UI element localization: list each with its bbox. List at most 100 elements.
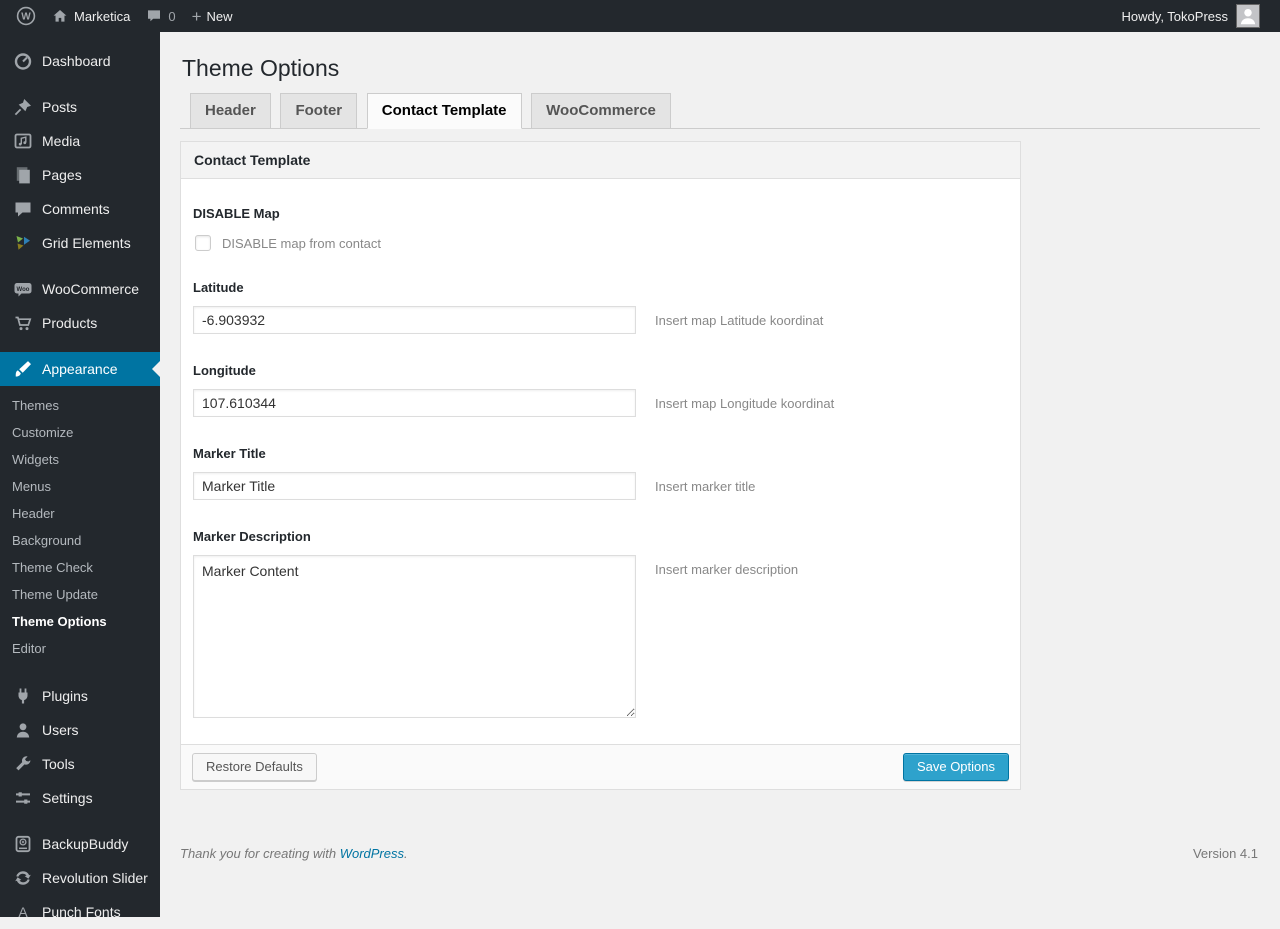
sidebar-subitem-customize[interactable]: Customize: [0, 420, 160, 447]
sidebar-subitem-theme-options[interactable]: Theme Options: [0, 609, 160, 636]
comment-count: 0: [168, 8, 176, 24]
marker-title-label: Marker Title: [193, 446, 266, 461]
disable-map-checkbox-label: DISABLE map from contact: [222, 235, 381, 251]
site-name-link[interactable]: Marketica: [44, 0, 138, 32]
comments-icon: [13, 199, 33, 219]
latitude-section: Latitude Insert map Latitude koordinat: [193, 280, 1008, 334]
tab-bar: Header Footer Contact Template WooCommer…: [180, 93, 1260, 129]
longitude-label: Longitude: [193, 363, 256, 378]
marker-title-input[interactable]: [193, 472, 636, 500]
tab-header[interactable]: Header: [190, 93, 271, 128]
longitude-hint: Insert map Longitude koordinat: [655, 396, 835, 411]
wp-logo-menu[interactable]: W: [8, 0, 44, 32]
panel-header: Contact Template: [181, 142, 1020, 179]
svg-text:W: W: [21, 12, 31, 23]
sidebar-item-settings[interactable]: Settings: [0, 781, 160, 815]
longitude-input[interactable]: [193, 389, 636, 417]
site-name-label: Marketica: [74, 8, 131, 24]
tab-contact-template[interactable]: Contact Template: [366, 93, 522, 129]
marker-description-label: Marker Description: [193, 529, 311, 544]
sidebar-item-backupbuddy[interactable]: BackupBuddy: [0, 827, 160, 861]
longitude-section: Longitude Insert map Longitude koordinat: [193, 363, 1008, 417]
avatar: [1236, 4, 1260, 28]
sidebar-subitem-menus[interactable]: Menus: [0, 474, 160, 501]
page-title: Theme Options: [182, 55, 340, 81]
sidebar-subitem-theme-check[interactable]: Theme Check: [0, 555, 160, 582]
panel-body: DISABLE Map DISABLE map from contact Lat…: [181, 179, 1020, 744]
marker-title-hint: Insert marker title: [655, 479, 756, 494]
sidebar-item-comments[interactable]: Comments: [0, 192, 160, 226]
sidebar-item-appearance[interactable]: Appearance: [0, 352, 160, 386]
current-menu-arrow: [152, 361, 160, 377]
backupbuddy-icon: [13, 834, 33, 854]
brush-icon: [13, 359, 33, 379]
sidebar-item-users[interactable]: Users: [0, 713, 160, 747]
sidebar-subitem-header[interactable]: Header: [0, 501, 160, 528]
comment-bubble-icon: [146, 8, 162, 24]
wordpress-logo-icon: W: [16, 6, 36, 26]
settings-icon: [13, 788, 33, 808]
plugin-icon: [13, 686, 33, 706]
sidebar-item-revolution-slider[interactable]: Revolution Slider: [0, 861, 160, 895]
pages-icon: [13, 165, 33, 185]
disable-map-checkbox[interactable]: [195, 235, 211, 251]
pushpin-icon: [13, 97, 33, 117]
latitude-label: Latitude: [193, 280, 244, 295]
version-label: Version 4.1: [1192, 846, 1258, 861]
sidebar-item-punch-fonts[interactable]: A Punch Fonts: [0, 895, 160, 929]
sidebar-item-dashboard[interactable]: Dashboard: [0, 44, 160, 78]
latitude-hint: Insert map Latitude koordinat: [655, 313, 824, 328]
media-icon: [13, 131, 33, 151]
sidebar-item-grid-elements[interactable]: Grid Elements: [0, 226, 160, 260]
home-icon: [52, 8, 68, 24]
dashboard-icon: [13, 51, 33, 71]
footer-thanks-text: Thank you for creating with WordPress.: [180, 846, 408, 861]
sidebar-item-tools[interactable]: Tools: [0, 747, 160, 781]
page-footer: Thank you for creating with WordPress. V…: [180, 846, 1260, 861]
woocommerce-icon: Woo: [13, 279, 33, 299]
sidebar-item-products[interactable]: Products: [0, 306, 160, 340]
wordpress-link[interactable]: WordPress: [340, 846, 404, 861]
marker-description-section: Marker Description Marker Content Insert…: [193, 529, 1008, 718]
font-a-icon: A: [13, 902, 33, 922]
sidebar-item-woocommerce[interactable]: Woo WooCommerce: [0, 272, 160, 306]
sidebar-subitem-themes[interactable]: Themes: [0, 393, 160, 420]
marker-description-textarea[interactable]: Marker Content: [193, 555, 636, 718]
new-content-menu[interactable]: + New: [184, 0, 241, 32]
save-options-button[interactable]: Save Options: [902, 753, 1009, 781]
new-label: New: [206, 8, 233, 24]
sidebar-item-media[interactable]: Media: [0, 124, 160, 158]
restore-defaults-button[interactable]: Restore Defaults: [192, 753, 317, 781]
svg-text:Woo: Woo: [17, 287, 30, 293]
grid-elements-icon: [13, 233, 33, 253]
sidebar-item-posts[interactable]: Posts: [0, 90, 160, 124]
marker-description-hint: Insert marker description: [655, 562, 799, 577]
my-account-menu[interactable]: Howdy, TokoPress: [1114, 0, 1268, 32]
tab-footer[interactable]: Footer: [280, 93, 358, 128]
sidebar-subitem-editor[interactable]: Editor: [0, 636, 160, 663]
admin-sidebar: Dashboard Posts Media Pages Comments Gri…: [0, 32, 160, 920]
sidebar-subitem-widgets[interactable]: Widgets: [0, 447, 160, 474]
sidebar-item-plugins[interactable]: Plugins: [0, 679, 160, 713]
plus-icon: +: [191, 6, 202, 26]
marker-title-section: Marker Title Insert marker title: [193, 446, 1008, 500]
main-content: Theme Options Header Footer Contact Temp…: [160, 32, 1280, 917]
tab-woocommerce[interactable]: WooCommerce: [531, 93, 671, 128]
users-icon: [13, 720, 33, 740]
contact-template-panel: Contact Template DISABLE Map DISABLE map…: [180, 141, 1021, 790]
sidebar-subitem-theme-update[interactable]: Theme Update: [0, 582, 160, 609]
admin-bar: W Marketica 0 + New Howdy, TokoPress: [0, 0, 1280, 32]
revolution-slider-icon: [13, 868, 33, 888]
disable-map-label: DISABLE Map: [193, 206, 280, 221]
sidebar-item-pages[interactable]: Pages: [0, 158, 160, 192]
svg-text:A: A: [18, 904, 28, 920]
latitude-input[interactable]: [193, 306, 636, 334]
wrench-icon: [13, 754, 33, 774]
sidebar-subitem-background[interactable]: Background: [0, 528, 160, 555]
comments-menu[interactable]: 0: [138, 0, 183, 32]
cart-icon: [13, 313, 33, 333]
disable-map-section: DISABLE Map DISABLE map from contact: [193, 206, 1008, 251]
panel-footer: Restore Defaults Save Options: [181, 744, 1020, 789]
appearance-submenu: Themes Customize Widgets Menus Header Ba…: [0, 386, 160, 667]
howdy-label: Howdy, TokoPress: [1121, 8, 1228, 24]
